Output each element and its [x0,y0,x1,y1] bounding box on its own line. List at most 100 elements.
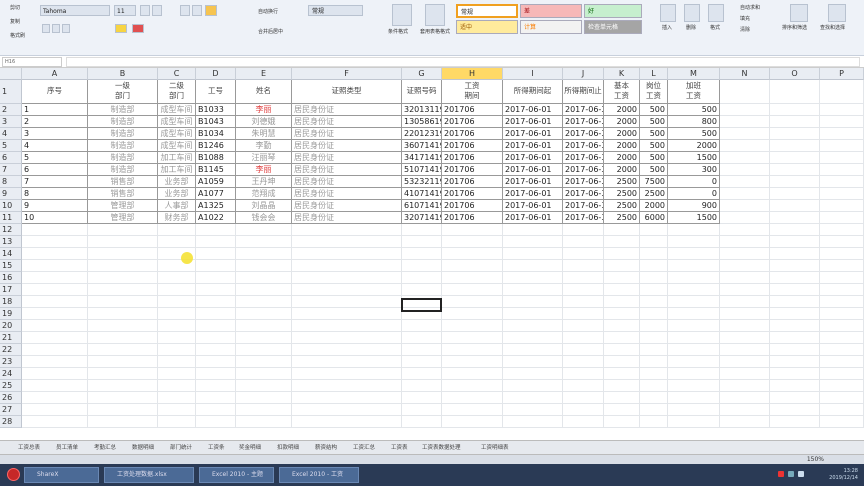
font-color-icon[interactable] [132,24,144,33]
column-header-I[interactable]: I [503,68,563,80]
row-header-22[interactable]: 22 [0,344,22,356]
zoom-level[interactable]: 150% [807,456,824,463]
empty-cell[interactable] [196,368,236,380]
style-bad[interactable]: 差 [520,4,582,18]
table-cell[interactable]: 2000 [640,200,668,212]
empty-cell[interactable] [720,224,770,236]
empty-cell[interactable] [563,368,604,380]
select-all-corner[interactable] [0,68,22,80]
number-format-select[interactable]: 常规 [308,5,363,16]
empty-cell[interactable] [604,260,640,272]
empty-cell[interactable] [236,284,292,296]
table-cell[interactable]: 201706 [442,176,503,188]
empty-cell[interactable] [22,284,88,296]
empty-cell[interactable] [22,392,88,404]
empty-cell[interactable] [196,320,236,332]
empty-cell[interactable] [720,272,770,284]
empty-cell[interactable] [402,380,442,392]
empty-cell[interactable] [820,320,864,332]
empty-cell[interactable] [236,320,292,332]
table-cell[interactable]: A1059 [196,176,236,188]
format-painter-button[interactable]: 格式刷 [10,32,25,39]
sheet-tab[interactable]: 数据明细 [132,443,154,451]
table-cell[interactable]: 居民身份证 [292,188,402,200]
table-cell[interactable]: 2500 [604,200,640,212]
empty-cell[interactable] [402,224,442,236]
empty-cell[interactable] [442,308,503,320]
empty-cell[interactable] [236,404,292,416]
empty-cell[interactable] [563,404,604,416]
column-header-O[interactable]: O [770,68,820,80]
table-cell[interactable]: 管理部 [88,212,158,224]
volume-icon[interactable] [798,471,804,477]
table-cell[interactable]: 201706 [442,164,503,176]
table-cell[interactable]: 居民身份证 [292,140,402,152]
empty-cell[interactable] [158,416,196,428]
empty-cell[interactable] [158,392,196,404]
empty-cell[interactable] [770,116,820,128]
empty-cell[interactable] [820,152,864,164]
empty-cell[interactable] [503,368,563,380]
table-cell[interactable]: 销售部 [88,176,158,188]
empty-cell[interactable] [820,308,864,320]
empty-cell[interactable] [88,308,158,320]
empty-cell[interactable] [22,296,88,308]
empty-cell[interactable] [236,332,292,344]
table-cell[interactable]: B1088 [196,152,236,164]
empty-cell[interactable] [22,404,88,416]
empty-cell[interactable] [503,392,563,404]
empty-cell[interactable] [563,416,604,428]
empty-cell[interactable] [820,188,864,200]
style-neutral[interactable]: 适中 [456,20,518,34]
table-header-cell[interactable]: 一级 部门 [88,80,158,104]
empty-cell[interactable] [720,212,770,224]
empty-cell[interactable] [503,236,563,248]
table-cell[interactable]: B1246 [196,140,236,152]
fill-button[interactable]: 填充 [740,15,750,22]
table-cell[interactable]: 制造部 [88,104,158,116]
row-header-28[interactable]: 28 [0,416,22,428]
empty-cell[interactable] [196,296,236,308]
empty-cell[interactable] [402,368,442,380]
table-cell[interactable]: 532321198709143114 [402,176,442,188]
empty-cell[interactable] [236,416,292,428]
row-header-5[interactable]: 5 [0,140,22,152]
table-cell[interactable]: A1022 [196,212,236,224]
table-cell[interactable]: 制造部 [88,128,158,140]
empty-cell[interactable] [604,248,640,260]
empty-cell[interactable] [22,236,88,248]
table-cell[interactable]: 320714199012040327 [402,212,442,224]
table-cell[interactable]: 341714198811040282 [402,152,442,164]
empty-cell[interactable] [236,236,292,248]
table-cell[interactable]: 1500 [668,152,720,164]
taskbar-item[interactable]: 工资处理数据.xlsx [104,467,194,483]
table-cell[interactable]: 2500 [640,188,668,200]
empty-cell[interactable] [88,344,158,356]
empty-cell[interactable] [770,140,820,152]
empty-cell[interactable] [770,308,820,320]
empty-cell[interactable] [770,368,820,380]
empty-cell[interactable] [668,224,720,236]
empty-cell[interactable] [292,404,402,416]
row-header-11[interactable]: 11 [0,212,22,224]
empty-cell[interactable] [770,260,820,272]
table-cell[interactable]: 加工车间 [158,152,196,164]
empty-cell[interactable] [158,344,196,356]
empty-cell[interactable] [442,284,503,296]
empty-cell[interactable] [640,284,668,296]
empty-cell[interactable] [292,224,402,236]
empty-cell[interactable] [503,272,563,284]
empty-cell[interactable] [668,272,720,284]
table-cell[interactable]: B1033 [196,104,236,116]
table-cell[interactable]: 2017-06-01 [503,116,563,128]
table-cell[interactable]: 销售部 [88,188,158,200]
empty-cell[interactable] [88,260,158,272]
empty-cell[interactable] [292,332,402,344]
empty-cell[interactable] [820,380,864,392]
empty-cell[interactable] [720,152,770,164]
row-header-3[interactable]: 3 [0,116,22,128]
wrap-text-button[interactable]: 自动换行 [258,8,278,15]
empty-cell[interactable] [88,356,158,368]
empty-cell[interactable] [668,356,720,368]
empty-cell[interactable] [503,248,563,260]
